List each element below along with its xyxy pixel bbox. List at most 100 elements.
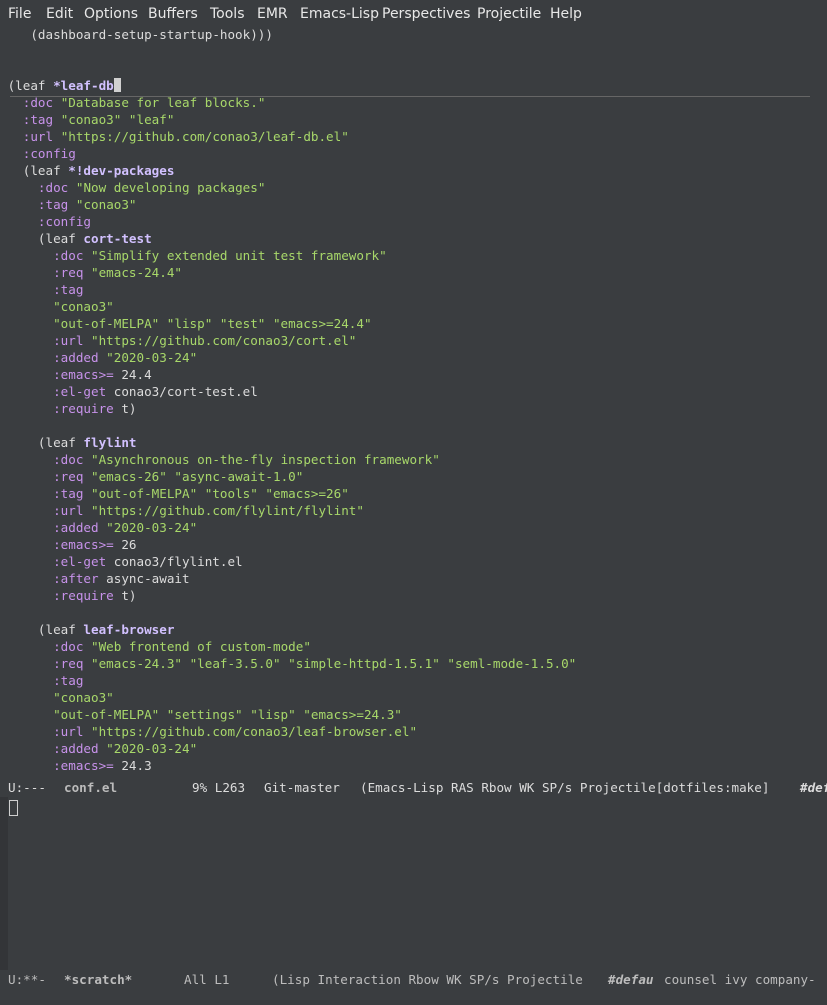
mode-line-modes[interactable]: (Lisp Interaction Rbow WK SP/s Projectil… xyxy=(272,970,583,989)
menu-emacs-lisp[interactable]: Emacs-Lisp xyxy=(300,6,379,22)
code-line[interactable]: :el-get conao3/flylint.el xyxy=(0,553,243,570)
menu-projectile[interactable]: Projectile xyxy=(477,6,541,22)
code-line[interactable]: :added "2020-03-24" xyxy=(0,349,197,366)
code-line[interactable]: :config xyxy=(0,145,76,162)
text-cursor xyxy=(113,78,121,92)
menu-perspectives[interactable]: Perspectives xyxy=(382,6,470,22)
code-line[interactable]: (leaf leaf-browser xyxy=(0,621,175,638)
menu-buffers[interactable]: Buffers xyxy=(148,6,198,22)
code-string: "emacs-26" "async-await-1.0" xyxy=(91,469,304,484)
code-line[interactable]: :tag xyxy=(0,672,83,689)
code-line[interactable]: :added "2020-03-24" xyxy=(0,519,197,536)
code-string: "Now developing packages" xyxy=(75,180,266,195)
code-line[interactable]: :after async-await xyxy=(0,570,190,587)
mode-line-modes[interactable]: (Emacs-Lisp RAS Rbow WK SP/s Projectile[… xyxy=(360,778,769,797)
menu-edit[interactable]: Edit xyxy=(46,6,73,22)
mode-line-buffer-name[interactable]: conf.el xyxy=(64,778,117,797)
mode-line-perspective[interactable]: #def xyxy=(800,778,827,797)
code-text: t) xyxy=(113,588,137,603)
code-text: conao3/flylint.el xyxy=(106,554,243,569)
code-package-name: flylint xyxy=(83,435,137,450)
code-line[interactable]: (dashboard-setup-startup-hook))) xyxy=(0,27,273,43)
code-editor[interactable]: (dashboard-setup-startup-hook))) (leaf *… xyxy=(0,27,827,779)
code-string: "https://github.com/conao3/leaf-db.el" xyxy=(60,129,349,144)
code-string: "https://github.com/flylint/flylint" xyxy=(91,503,364,518)
code-line[interactable]: (leaf flylint xyxy=(0,434,137,451)
code-string: "2020-03-24" xyxy=(106,520,198,535)
code-line[interactable]: :config xyxy=(0,213,91,230)
mode-line-position: All L1 xyxy=(184,972,230,987)
code-keyword: :req xyxy=(53,265,84,280)
code-line[interactable]: :url "https://github.com/conao3/leaf-db.… xyxy=(0,128,349,145)
code-text: (leaf xyxy=(37,435,84,450)
code-string: "out-of-MELPA" "settings" "lisp" "emacs>… xyxy=(53,707,402,722)
code-line[interactable]: :el-get conao3/cort-test.el xyxy=(0,383,258,400)
code-line[interactable]: :doc "Web frontend of custom-mode" xyxy=(0,638,311,655)
code-line[interactable]: :url "https://github.com/flylint/flylint… xyxy=(0,502,364,519)
code-line[interactable]: :added "2020-03-24" xyxy=(0,740,197,757)
scratch-window[interactable] xyxy=(0,797,827,970)
mode-line-buffer-name[interactable]: *scratch* xyxy=(64,970,132,989)
code-line[interactable]: "out-of-MELPA" "settings" "lisp" "emacs>… xyxy=(0,706,402,723)
code-line[interactable]: :tag "conao3" xyxy=(0,196,137,213)
code-line[interactable]: :doc "Now developing packages" xyxy=(0,179,266,196)
code-line[interactable]: :tag "out-of-MELPA" "tools" "emacs>=26" xyxy=(0,485,349,502)
code-line[interactable]: :doc "Simplify extended unit test framew… xyxy=(0,247,387,264)
code-line[interactable]: :emacs>= 24.4 xyxy=(0,366,152,383)
code-line[interactable]: :tag xyxy=(0,281,83,298)
code-string: "emacs-24.3" "leaf-3.5.0" "simple-httpd-… xyxy=(91,656,577,671)
code-line[interactable]: :doc "Asynchronous on-the-fly inspection… xyxy=(0,451,440,468)
menu-tools[interactable]: Tools xyxy=(210,6,245,22)
code-string: "https://github.com/conao3/leaf-browser.… xyxy=(91,724,418,739)
mode-line-perspective[interactable]: #defau xyxy=(608,970,654,989)
code-keyword: :config xyxy=(37,214,91,229)
code-keyword: :doc xyxy=(53,248,84,263)
code-package-name: *!dev-packages xyxy=(68,163,175,178)
code-line[interactable]: (leaf cort-test xyxy=(0,230,152,247)
menu-help[interactable]: Help xyxy=(550,6,582,22)
code-keyword: :el-get xyxy=(53,384,107,399)
code-line[interactable]: "conao3" xyxy=(0,298,114,315)
code-line[interactable]: :doc "Database for leaf blocks." xyxy=(0,94,266,111)
code-line[interactable]: "conao3" xyxy=(0,689,114,706)
code-line[interactable]: "out-of-MELPA" "lisp" "test" "emacs>=24.… xyxy=(0,315,371,332)
code-line[interactable]: :emacs>= 26 xyxy=(0,536,136,553)
menu-emr[interactable]: EMR xyxy=(257,6,288,22)
code-line[interactable]: (leaf *!dev-packages xyxy=(0,162,175,179)
code-line[interactable]: :req "emacs-24.4" xyxy=(0,264,182,281)
code-text: async-await xyxy=(98,571,190,586)
code-string: "conao3" "leaf" xyxy=(60,112,175,127)
code-line[interactable]: :emacs>= 24.3 xyxy=(0,757,152,774)
code-line[interactable]: :url "https://github.com/conao3/cort.el" xyxy=(0,332,356,349)
code-line[interactable]: :require t) xyxy=(0,400,136,417)
code-line[interactable]: :url "https://github.com/conao3/leaf-bro… xyxy=(0,723,417,740)
mode-line-scratch[interactable]: U:**- *scratch* All L1 (Lisp Interaction… xyxy=(0,970,827,989)
code-line[interactable]: :require t) xyxy=(0,587,137,604)
mode-line-main[interactable]: U:--- conf.el 9% L263 Git-master (Emacs-… xyxy=(0,778,827,797)
mode-line-vcs[interactable]: Git-master xyxy=(264,778,340,797)
code-line[interactable]: (leaf *leaf-db xyxy=(0,77,121,94)
code-line[interactable]: :req "emacs-24.3" "leaf-3.5.0" "simple-h… xyxy=(0,655,576,672)
mode-line-minor-modes[interactable]: counsel ivy company- xyxy=(664,970,816,989)
code-keyword: :url xyxy=(53,503,84,518)
code-line[interactable]: :req "emacs-26" "async-await-1.0" xyxy=(0,468,303,485)
code-line[interactable]: :tag "conao3" "leaf" xyxy=(0,111,175,128)
menu-file[interactable]: File xyxy=(8,6,31,22)
menu-options[interactable]: Options xyxy=(84,6,138,22)
code-string: "emacs-24.4" xyxy=(91,265,183,280)
